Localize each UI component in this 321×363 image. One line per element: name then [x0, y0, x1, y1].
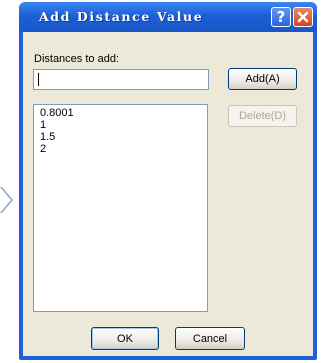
text-caret: [38, 73, 39, 86]
dialog-body: Distances to add: Add(A) Delete(D) 0.800…: [23, 32, 313, 356]
dialog-title: Add Distance Value: [39, 9, 204, 24]
cancel-button[interactable]: Cancel: [175, 327, 245, 350]
chevron-right-icon: [0, 186, 13, 214]
help-button[interactable]: ?: [271, 7, 291, 27]
close-button[interactable]: [293, 7, 313, 27]
distance-input[interactable]: [33, 69, 209, 90]
ok-button[interactable]: OK: [91, 327, 159, 350]
close-icon: [297, 11, 309, 23]
list-item[interactable]: 1.5: [40, 131, 207, 143]
distance-list[interactable]: 0.8001 1 1.5 2: [33, 104, 208, 312]
list-item[interactable]: 1: [40, 119, 207, 131]
add-distance-value-dialog: Add Distance Value ? Distances to add: A…: [19, 2, 317, 360]
help-icon: ?: [276, 8, 286, 26]
title-bar[interactable]: Add Distance Value ?: [19, 2, 317, 32]
delete-button[interactable]: Delete(D): [228, 105, 297, 127]
distances-label: Distances to add:: [34, 53, 119, 65]
list-item[interactable]: 0.8001: [40, 107, 207, 119]
add-button[interactable]: Add(A): [228, 68, 297, 90]
list-item[interactable]: 2: [40, 143, 207, 155]
